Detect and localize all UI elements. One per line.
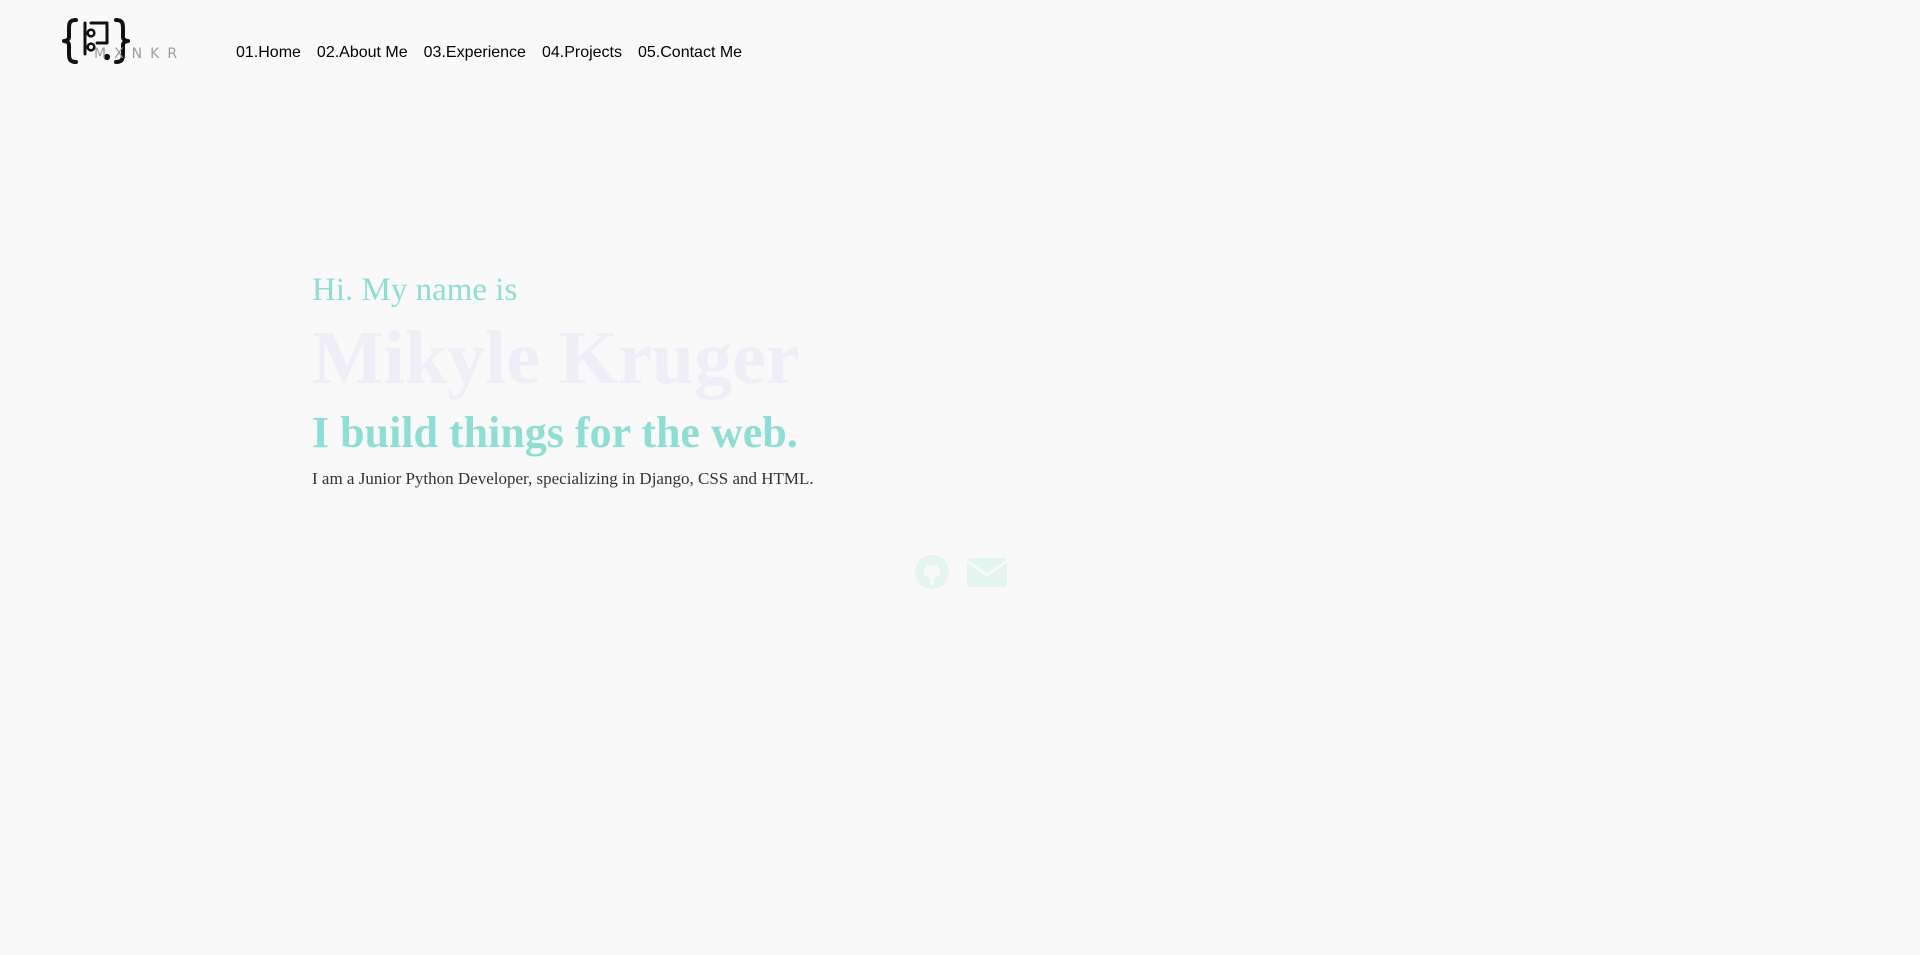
hero-description: I am a Junior Python Developer, speciali… [312, 469, 814, 488]
hero-section: Hi. My name is Mikyle Kruger I build thi… [312, 266, 1292, 494]
nav-projects[interactable]: 04.Projects [542, 41, 622, 65]
hero-tagline: I build things for the web. [312, 408, 798, 457]
logo-text: MXNKR [94, 46, 186, 62]
hero-greeting: Hi. My name is [312, 272, 518, 308]
email-link[interactable] [965, 555, 1009, 594]
github-link[interactable] [914, 554, 950, 595]
nav-experience[interactable]: 03.Experience [424, 41, 526, 65]
nav-about-me[interactable]: 02.About Me [317, 41, 408, 65]
nav-home[interactable]: 01.Home [236, 41, 301, 65]
nav-contact-me[interactable]: 05.Contact Me [638, 41, 742, 65]
hero-name: Mikyle Kruger [312, 316, 800, 400]
logo-link[interactable]: MXNKR [60, 14, 180, 66]
social-links [914, 554, 1009, 595]
site-header: MXNKR 01.Home 02.About Me 03.Experience … [0, 0, 1920, 100]
github-icon [915, 555, 949, 589]
email-icon [965, 558, 1009, 587]
main-nav: 01.Home 02.About Me 03.Experience 04.Pro… [236, 41, 742, 65]
